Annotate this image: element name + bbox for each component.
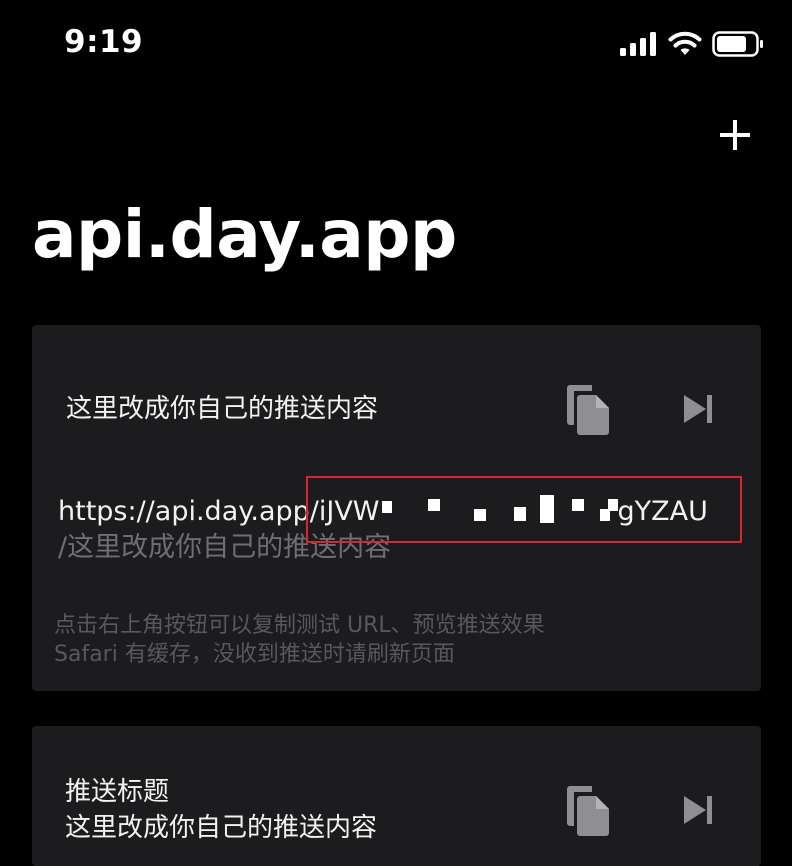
skip-forward-icon: [684, 796, 712, 824]
plus-icon: [720, 120, 750, 150]
preview-push-button[interactable]: [682, 794, 714, 830]
status-bar: 9:19: [0, 0, 792, 90]
push-content-text: 这里改成你自己的推送内容: [66, 394, 379, 424]
push-title-example-card: 推送标题 这里改成你自己的推送内容: [32, 726, 761, 866]
preview-push-button[interactable]: [682, 393, 714, 429]
copy-url-button[interactable]: [564, 383, 612, 441]
status-icons: [620, 28, 764, 60]
battery-icon: [712, 31, 763, 57]
url-prefix: https://api.day.app/: [58, 496, 319, 527]
status-time: 9:19: [64, 24, 144, 60]
copy-icon: [567, 385, 609, 435]
hint-line-2: Safari 有缓存，没收到推送时请刷新页面: [54, 642, 455, 667]
add-server-button[interactable]: [712, 112, 758, 158]
cellular-signal-icon: [620, 32, 656, 56]
copy-icon: [567, 786, 609, 836]
page-title: api.day.app: [32, 196, 457, 273]
push-title-text: 推送标题: [65, 777, 170, 807]
hint-line-1: 点击右上角按钮可以复制测试 URL、预览推送效果: [54, 613, 545, 638]
key-highlight-box: [306, 476, 742, 543]
push-content-text: 这里改成你自己的推送内容: [65, 813, 378, 843]
copy-url-button[interactable]: [564, 784, 612, 842]
wifi-icon: [668, 31, 702, 55]
skip-forward-icon: [684, 395, 712, 423]
